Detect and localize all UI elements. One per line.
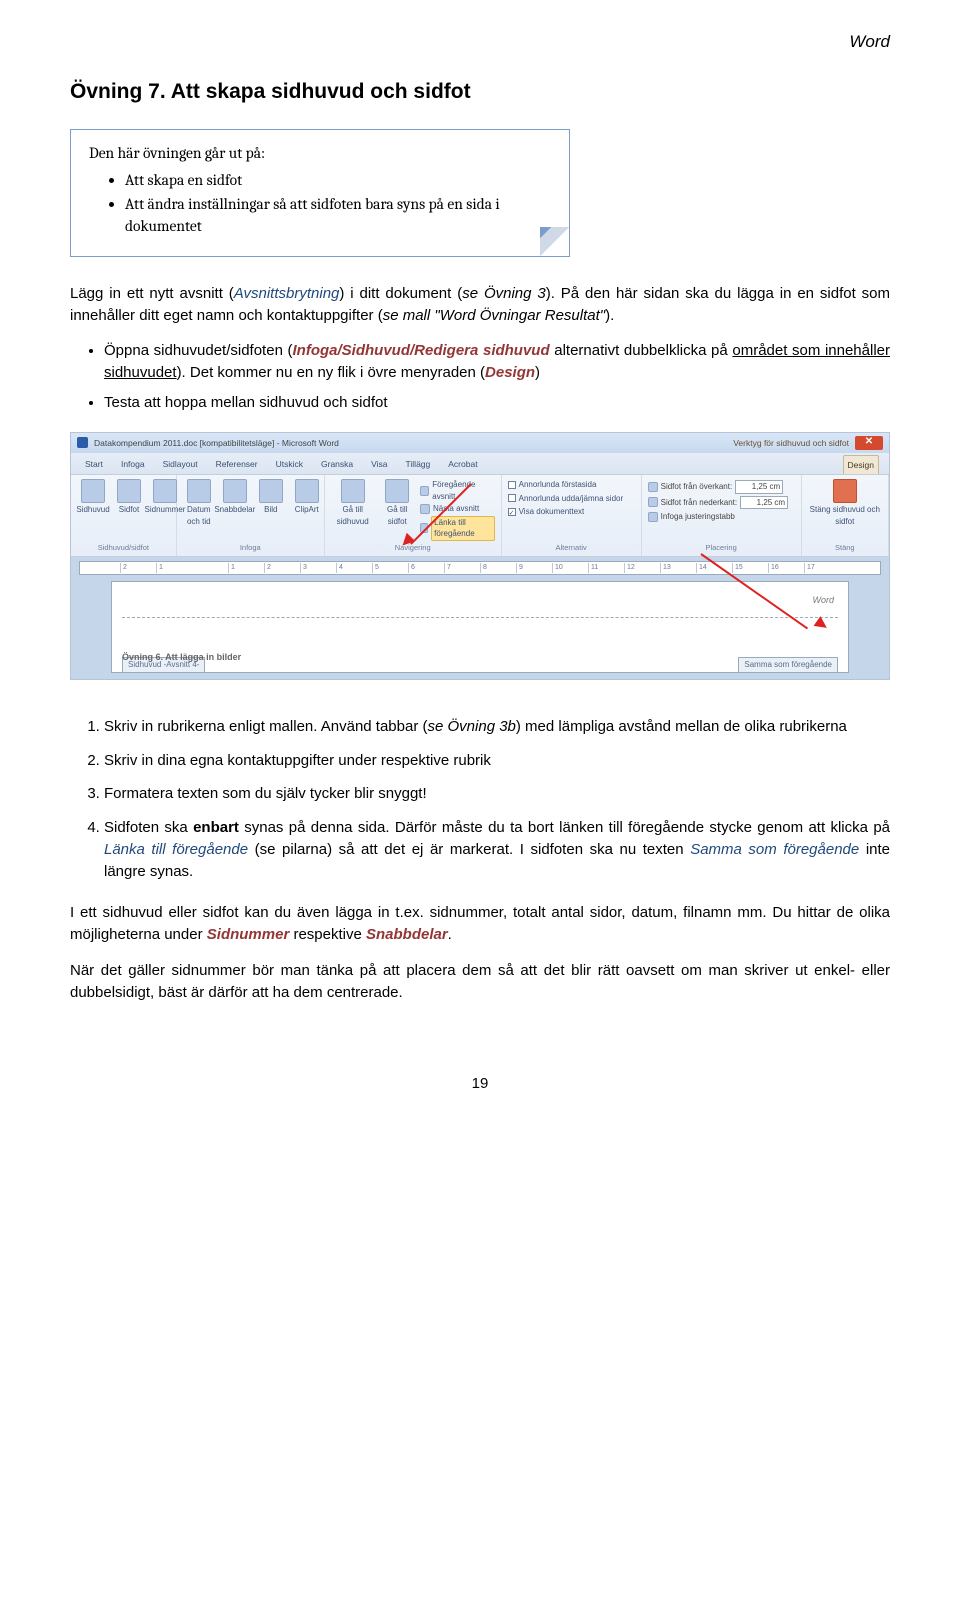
header-area[interactable]: Word: [122, 592, 838, 618]
ribbon: Sidhuvud Sidfot Sidnummer Sidhuvud/sidfo…: [71, 475, 889, 557]
page-number: 19: [70, 1073, 890, 1095]
close-icon[interactable]: ✕: [855, 436, 883, 450]
opt-first-page[interactable]: Annorlunda förstasida: [508, 479, 635, 491]
header-from-top[interactable]: Sidfot från överkant:1,25 cm: [648, 480, 795, 494]
ruler: 211234567891011121314151617: [79, 561, 881, 575]
step: Sidfoten ska enbart synas på denna sida.…: [104, 817, 890, 882]
callout-bullet: Att ändra inställningar så att sidfoten …: [125, 193, 551, 238]
step: Skriv in dina egna kontaktuppgifter unde…: [104, 750, 890, 772]
app-icon: [77, 437, 88, 448]
btn-goto-header[interactable]: Gå till sidhuvud: [331, 479, 375, 541]
doc-body-heading: Övning 6. Att lägga in bilder: [122, 651, 241, 664]
tab[interactable]: Sidlayout: [159, 455, 202, 474]
ribbon-tabs: Start Infoga Sidlayout Referenser Utskic…: [71, 453, 889, 475]
same-as-previous-tag: Samma som föregående: [738, 657, 838, 673]
ribbon-group-sidhuvud: Sidhuvud Sidfot Sidnummer Sidhuvud/sidfo…: [71, 475, 177, 556]
body-bullet: Öppna sidhuvudet/sidfoten (Infoga/Sidhuv…: [104, 340, 890, 384]
ribbon-group-nav: Gå till sidhuvud Gå till sidfot Föregåen…: [325, 475, 502, 556]
insert-align-tab[interactable]: Infoga justeringstabb: [648, 511, 795, 523]
btn-snabbdelar[interactable]: Snabbdelar: [219, 479, 251, 527]
word-screenshot: Datakompendium 2011.doc [kompatibilitets…: [70, 432, 890, 680]
page-preview: Word Sidhuvud -Avsnitt 4- Övning 6. Att …: [111, 581, 849, 673]
callout-bullet: Att skapa en sidfot: [125, 169, 551, 191]
tab[interactable]: Infoga: [117, 455, 149, 474]
info-paragraph-2: När det gäller sidnummer bör man tänka p…: [70, 960, 890, 1004]
callout-intro: Den här övningen går ut på:: [89, 142, 551, 164]
ribbon-group-alt: Annorlunda förstasida Annorlunda udda/jä…: [502, 475, 642, 556]
ribbon-group-close: Stäng sidhuvud och sidfot Stäng: [802, 475, 889, 556]
tab[interactable]: Visa: [367, 455, 391, 474]
tab[interactable]: Acrobat: [444, 455, 481, 474]
tab[interactable]: Granska: [317, 455, 357, 474]
window-title: Datakompendium 2011.doc [kompatibilitets…: [94, 437, 727, 449]
nav-link-prev[interactable]: Länka till föregående: [420, 516, 495, 541]
tool-tab-title: Verktyg för sidhuvud och sidfot: [733, 437, 849, 449]
doc-header-label: Word: [70, 30, 890, 55]
tab[interactable]: Tillägg: [402, 455, 435, 474]
tab[interactable]: Start: [81, 455, 107, 474]
btn-goto-footer[interactable]: Gå till sidfot: [381, 479, 414, 541]
opt-odd-even[interactable]: Annorlunda udda/jämna sidor: [508, 493, 635, 505]
btn-sidhuvud[interactable]: Sidhuvud: [77, 479, 109, 516]
callout-box: Den här övningen går ut på: Att skapa en…: [70, 129, 570, 257]
tab-design[interactable]: Design: [843, 455, 879, 474]
page-curl-icon: [540, 227, 570, 257]
btn-sidfot[interactable]: Sidfot: [113, 479, 145, 516]
page-title: Övning 7. Att skapa sidhuvud och sidfot: [70, 77, 890, 107]
btn-datum[interactable]: Datum och tid: [183, 479, 215, 527]
btn-close-hf[interactable]: Stäng sidhuvud och sidfot: [808, 479, 882, 527]
nav-next[interactable]: Nästa avsnitt: [420, 503, 495, 515]
tab[interactable]: Referenser: [212, 455, 262, 474]
tab[interactable]: Utskick: [272, 455, 307, 474]
ribbon-group-place: Sidfot från överkant:1,25 cm Sidfot från…: [642, 475, 802, 556]
btn-clipart[interactable]: ClipArt: [291, 479, 323, 527]
titlebar: Datakompendium 2011.doc [kompatibilitets…: [71, 433, 889, 453]
ribbon-group-infoga: Datum och tid Snabbdelar Bild ClipArt In…: [177, 475, 325, 556]
opt-show-doc[interactable]: Visa dokumenttext: [508, 506, 635, 518]
step: Skriv in rubrikerna enligt mallen. Använ…: [104, 716, 890, 738]
header-text: Word: [812, 594, 834, 607]
btn-bild[interactable]: Bild: [255, 479, 287, 527]
body-bullet: Testa att hoppa mellan sidhuvud och sidf…: [104, 392, 890, 414]
footer-from-bottom[interactable]: Sidfot från nederkant:1,25 cm: [648, 496, 795, 510]
intro-paragraph: Lägg in ett nytt avsnitt (Avsnittsbrytni…: [70, 283, 890, 327]
info-paragraph: I ett sidhuvud eller sidfot kan du även …: [70, 902, 890, 946]
step: Formatera texten som du själv tycker bli…: [104, 783, 890, 805]
